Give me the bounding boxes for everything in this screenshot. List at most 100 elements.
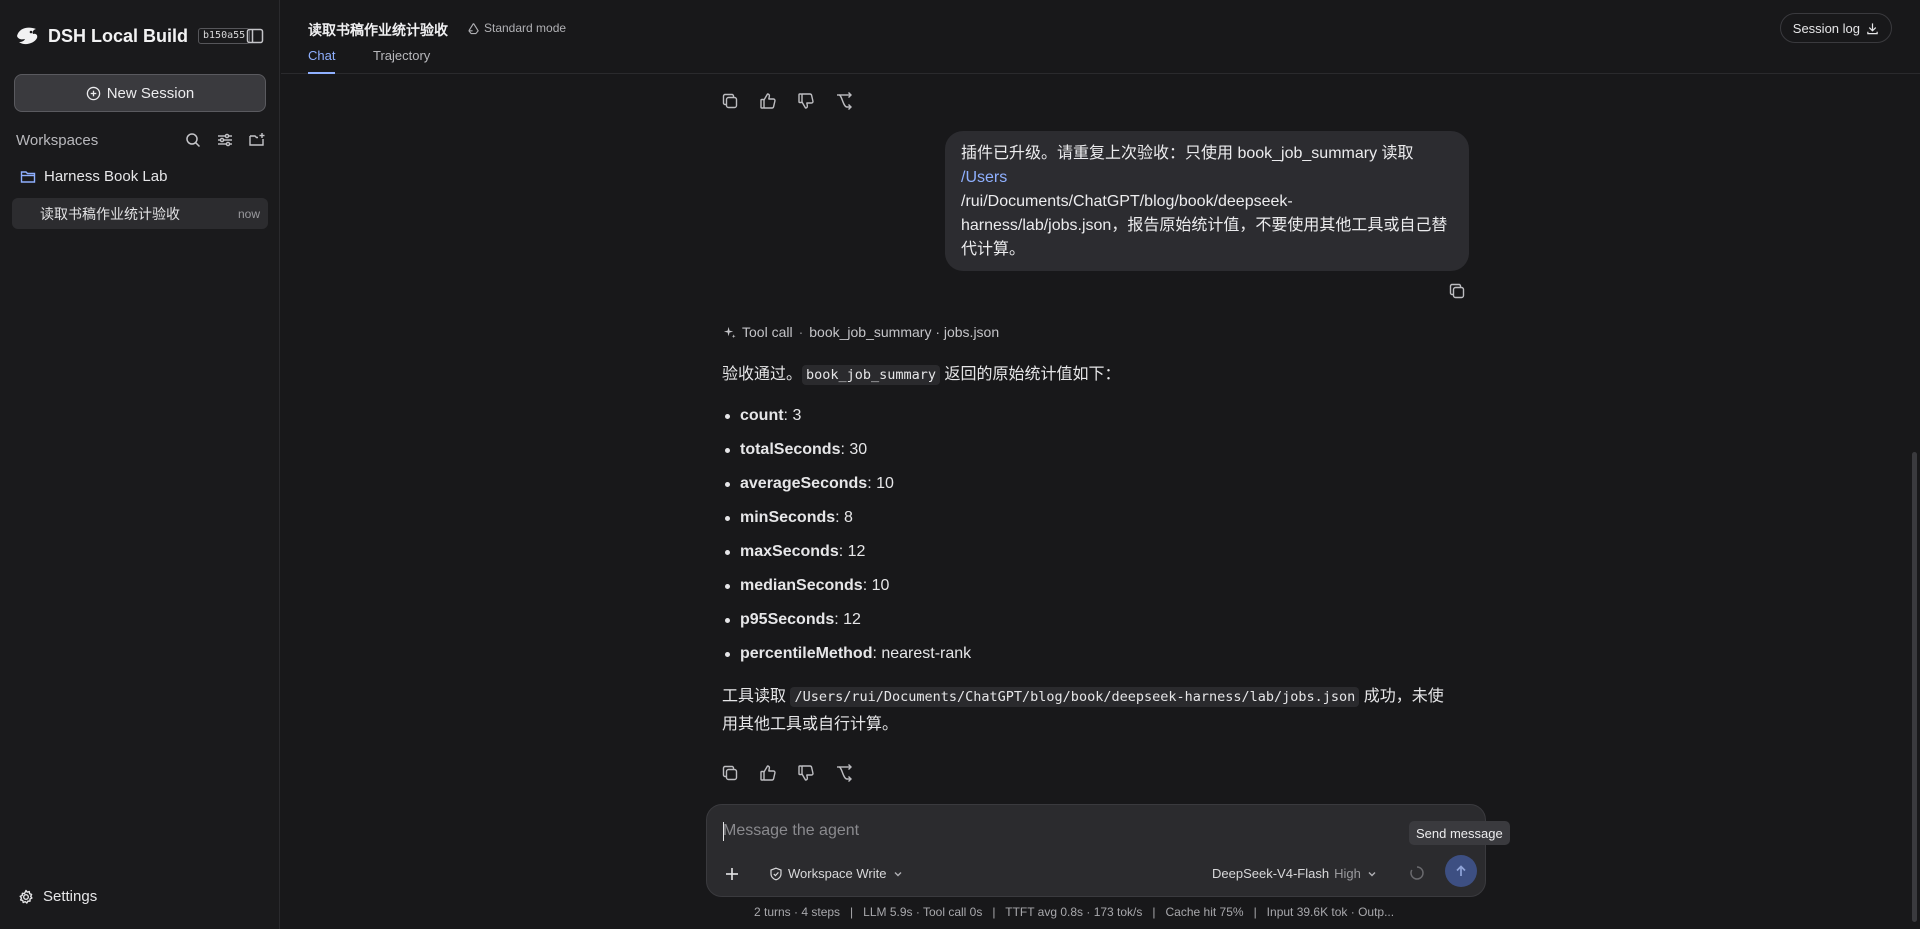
thumbs-up-icon[interactable]: [758, 763, 778, 783]
message-input[interactable]: [723, 819, 1323, 843]
session-log-button[interactable]: Session log: [1779, 13, 1892, 43]
recycle-icon: [467, 22, 480, 35]
stat-key: p95Seconds: [740, 611, 835, 628]
answer-closing: 工具读取 /Users/rui/Documents/ChatGPT/blog/b…: [722, 683, 1472, 739]
tool-call-label: Tool call: [742, 324, 793, 340]
stat-key: percentileMethod: [740, 645, 873, 662]
arrow-up-icon: [1454, 864, 1468, 878]
workspaces-label: Workspaces: [16, 131, 99, 149]
session-log-label: Session log: [1792, 20, 1860, 36]
copy-icon[interactable]: [1447, 281, 1467, 301]
branch-icon[interactable]: [834, 91, 854, 111]
user-message-line: /rui/Documents/ChatGPT/blog/book/deepsee…: [961, 193, 1293, 210]
stat-value: : 12: [838, 543, 866, 560]
workspace-folder-name: Harness Book Lab: [44, 168, 168, 185]
session-item-title: 读取书稿作业统计验收: [40, 205, 180, 222]
build-badge: b150a55: [198, 28, 251, 44]
user-message-line: 插件已升级。请重复上次验收：只使用 book_job_summary 读取: [961, 145, 1414, 162]
answer-closing-text: 工具读取: [722, 688, 787, 705]
top-bar: 读取书稿作业统计验收 Standard mode Chat Trajectory…: [281, 0, 1920, 74]
chevron-down-icon: [1366, 868, 1378, 880]
stat-value: : 8: [835, 509, 853, 526]
stat-value: : 10: [862, 577, 890, 594]
mode-indicator[interactable]: Standard mode: [467, 21, 566, 35]
filter-icon[interactable]: [216, 131, 234, 149]
path-link[interactable]: /Users: [961, 166, 1453, 190]
stat-value: : nearest-rank: [872, 645, 972, 662]
message-composer: Workspace Write DeepSeek-V4-Flash High: [706, 804, 1486, 897]
stat-value: : 30: [840, 441, 868, 458]
stat-key: maxSeconds: [740, 543, 839, 560]
answer-intro: 验收通过。 book_job_summary 返回的原始统计值如下：: [722, 363, 1472, 387]
session-item[interactable]: 读取书稿作业统计验收 now: [12, 198, 268, 229]
tool-call-indicator[interactable]: Tool call · book_job_summary · jobs.json: [723, 324, 999, 340]
thumbs-up-icon[interactable]: [758, 91, 778, 111]
branch-icon[interactable]: [834, 763, 854, 783]
workspaces-header: Workspaces: [16, 130, 266, 150]
status-bar: 2 turns · 4 steps | LLM 5.9s · Tool call…: [754, 905, 1394, 919]
answer-intro-text: 验收通过。: [722, 366, 803, 383]
session-title: 读取书稿作业统计验收: [308, 22, 448, 38]
app-title: DSH Local Build: [48, 25, 189, 46]
settings-label: Settings: [43, 888, 98, 905]
list-item: maxSeconds: 12: [722, 535, 1472, 569]
model-selector[interactable]: DeepSeek-V4-Flash High: [1212, 866, 1378, 881]
inline-code: book_job_summary: [802, 365, 941, 385]
sidebar-toggle-icon[interactable]: [245, 26, 265, 46]
stats-list: count: 3 totalSeconds: 30 averageSeconds…: [722, 399, 1472, 671]
plus-icon[interactable]: [720, 862, 744, 886]
text-caret: [723, 822, 724, 841]
model-level: High: [1334, 866, 1361, 881]
inline-code: /Users/rui/Documents/ChatGPT/blog/book/d…: [790, 687, 1360, 707]
download-icon: [1866, 22, 1879, 35]
stat-key: totalSeconds: [740, 441, 841, 458]
spinner-icon: [1409, 865, 1425, 881]
stat-value: : 3: [783, 407, 802, 424]
stat-key: medianSeconds: [740, 577, 863, 594]
permission-selector[interactable]: Workspace Write: [769, 866, 904, 881]
user-message-line: 代计算。: [961, 241, 1026, 258]
list-item: medianSeconds: 10: [722, 569, 1472, 603]
message-actions-top: [720, 91, 854, 111]
mode-label: Standard mode: [484, 21, 567, 35]
logo-icon: [14, 23, 40, 49]
copy-icon[interactable]: [720, 763, 740, 783]
assistant-message: 验收通过。 book_job_summary 返回的原始统计值如下： count:…: [722, 363, 1472, 739]
stat-value: : 12: [834, 611, 861, 628]
shield-icon: [769, 867, 783, 881]
list-item: totalSeconds: 30: [722, 433, 1472, 467]
message-actions-bottom: [720, 763, 854, 783]
list-item: minSeconds: 8: [722, 501, 1472, 535]
new-folder-icon[interactable]: [248, 131, 266, 149]
answer-closing-text: 用其他工具或自行计算。: [722, 716, 899, 733]
send-button[interactable]: [1445, 855, 1477, 887]
tab-chat[interactable]: Chat: [308, 48, 336, 74]
folder-icon: [20, 169, 36, 184]
stat-key: averageSeconds: [740, 475, 868, 492]
stat-key: count: [740, 407, 784, 424]
sparkle-icon: [723, 326, 736, 339]
plus-circle-icon: [86, 86, 101, 101]
list-item: averageSeconds: 10: [722, 467, 1472, 501]
model-name: DeepSeek-V4-Flash: [1212, 866, 1330, 881]
send-tooltip: Send message: [1409, 821, 1510, 845]
session-item-time: now: [237, 206, 260, 221]
list-item: p95Seconds: 12: [722, 603, 1472, 637]
search-icon[interactable]: [184, 131, 202, 149]
answer-closing-text: 成功，未使: [1363, 688, 1444, 705]
answer-intro-text: 返回的原始统计值如下：: [944, 366, 1121, 383]
settings-button[interactable]: Settings: [18, 888, 97, 905]
tab-trajectory[interactable]: Trajectory: [373, 48, 430, 74]
tool-call-separator: ·: [798, 324, 804, 340]
brand: DSH Local Build b150a55: [14, 23, 264, 49]
copy-icon[interactable]: [720, 91, 740, 111]
user-message-bubble: 插件已升级。请重复上次验收：只使用 book_job_summary 读取 /U…: [945, 131, 1469, 271]
thumbs-down-icon[interactable]: [796, 91, 816, 111]
gear-icon: [18, 889, 34, 905]
workspace-folder[interactable]: Harness Book Lab: [20, 168, 167, 185]
new-session-button[interactable]: New Session: [14, 74, 266, 112]
new-session-label: New Session: [106, 84, 195, 102]
thumbs-down-icon[interactable]: [796, 763, 816, 783]
scrollbar[interactable]: [1912, 452, 1917, 922]
stat-value: : 10: [867, 475, 894, 492]
